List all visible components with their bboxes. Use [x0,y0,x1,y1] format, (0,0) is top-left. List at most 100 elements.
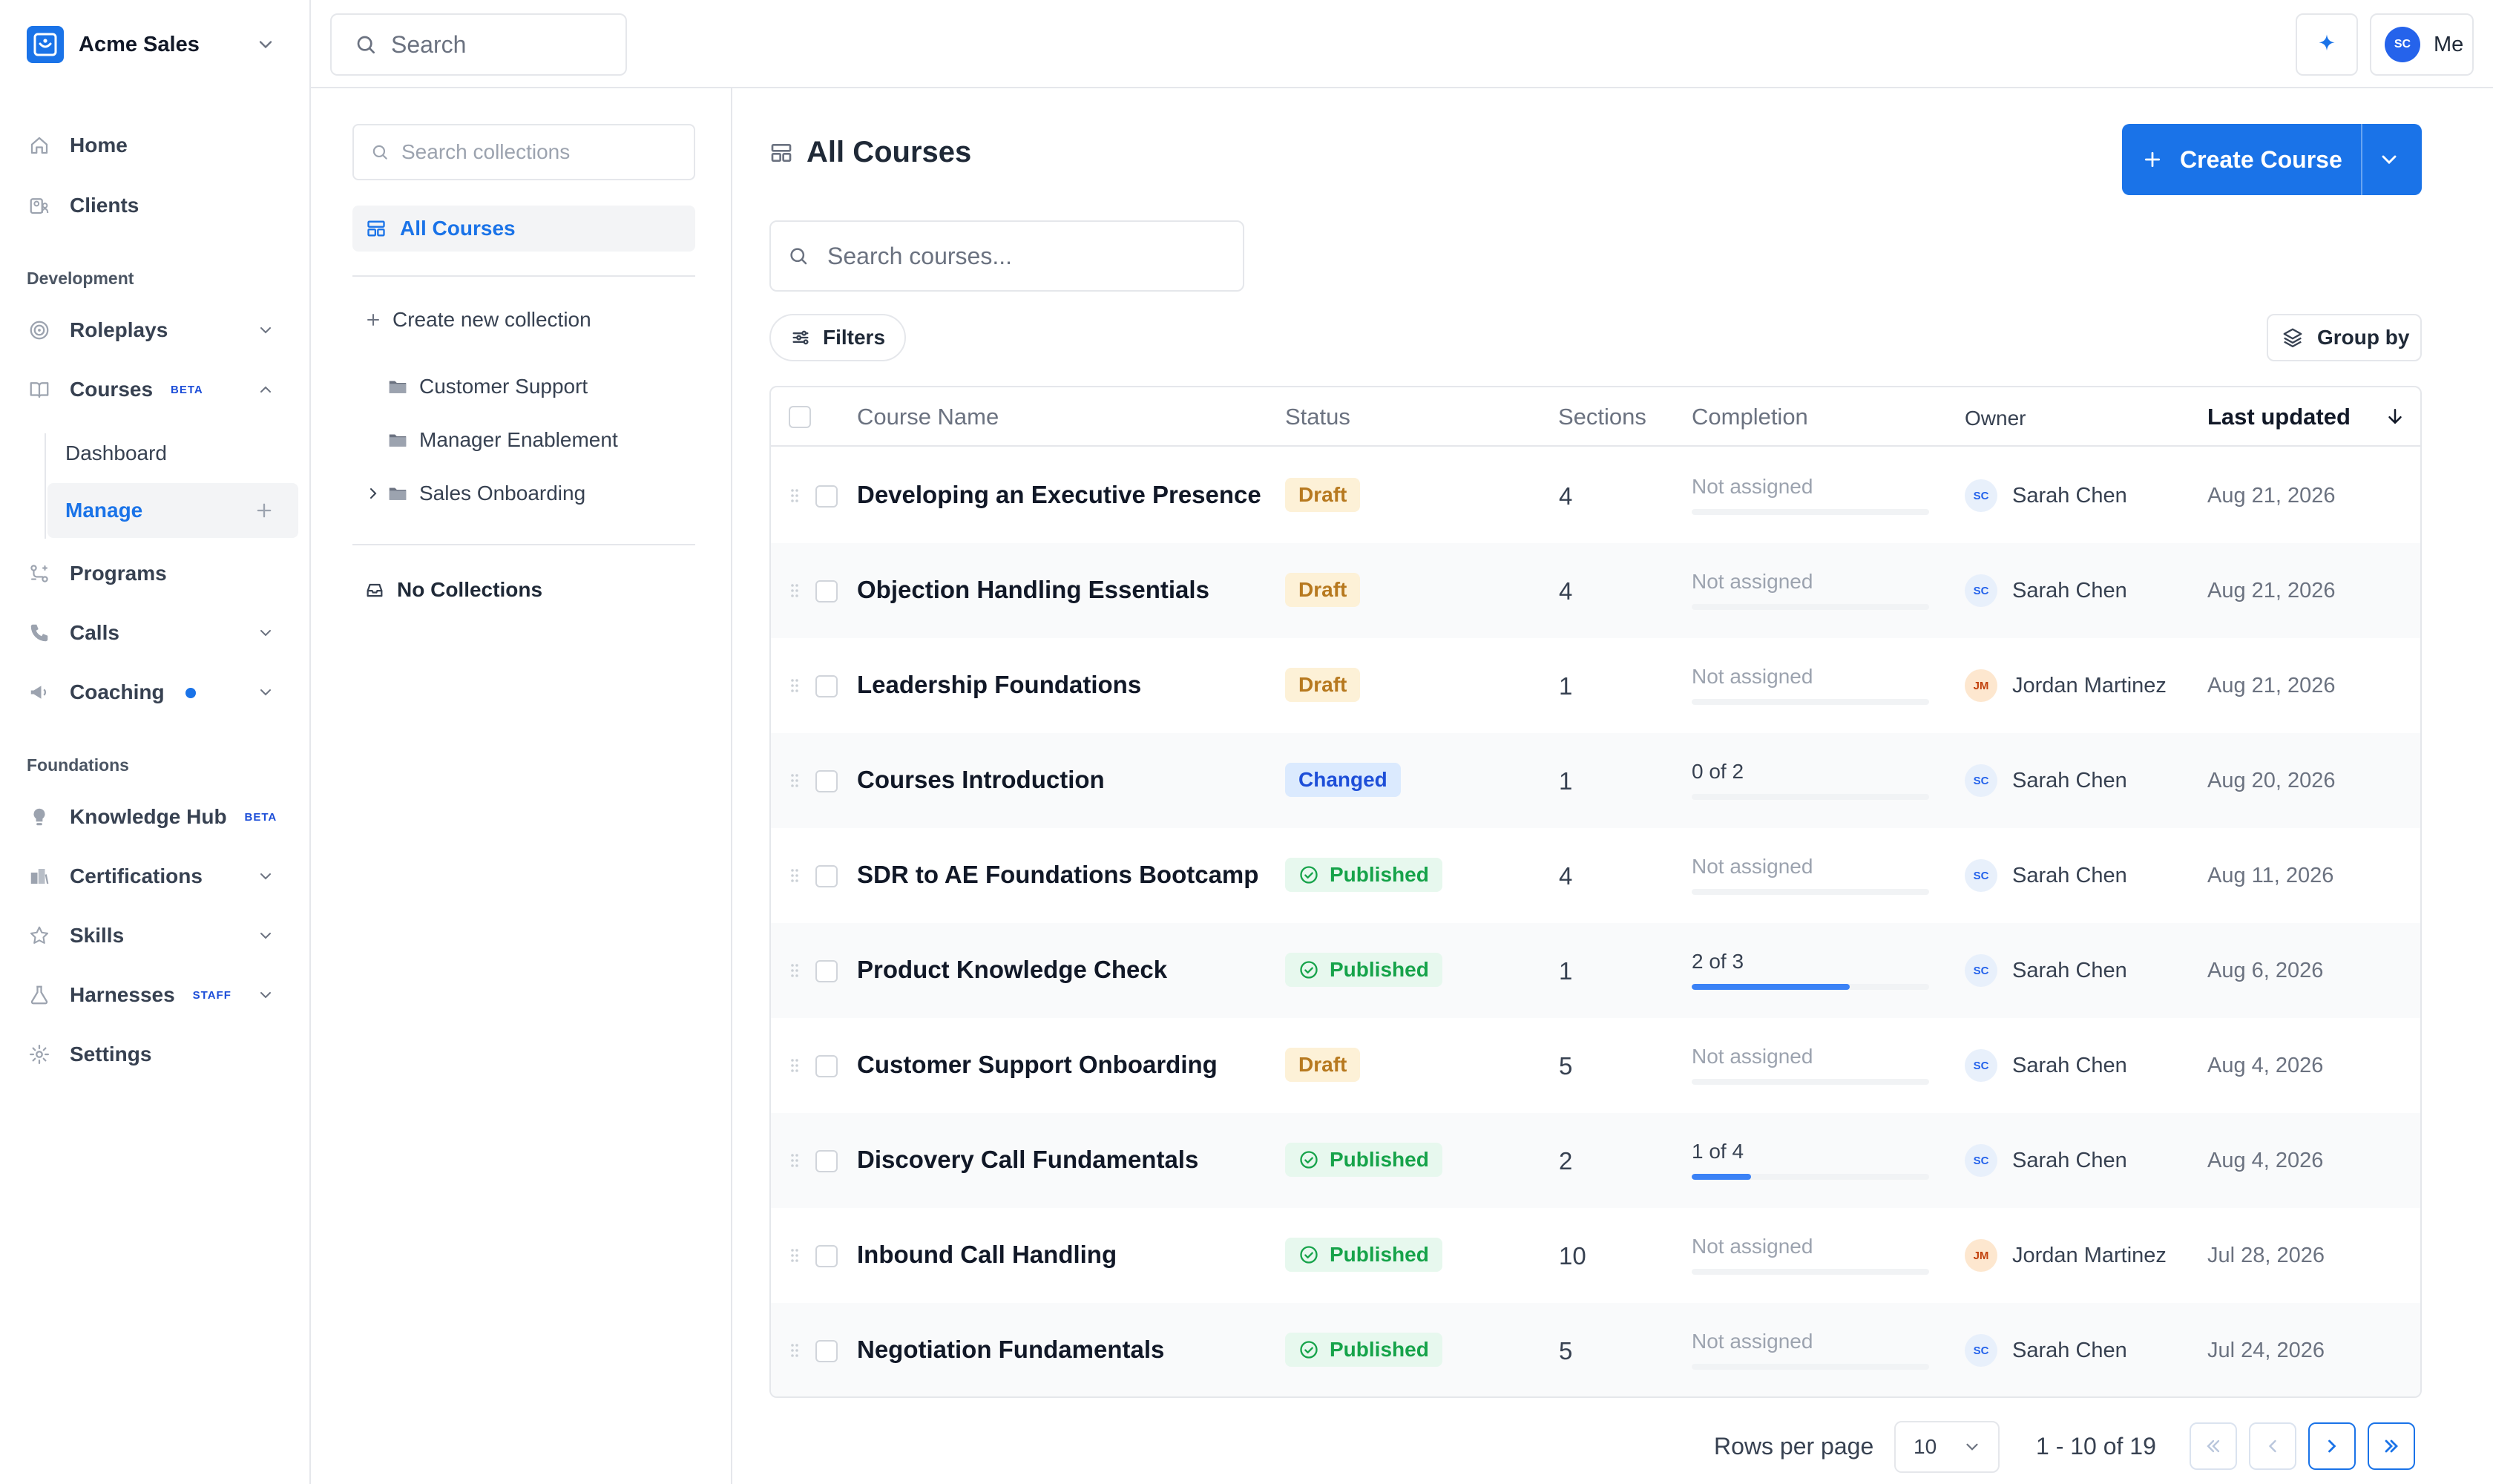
course-name[interactable]: Developing an Executive Presence [857,481,1261,509]
course-name[interactable]: Leadership Foundations [857,671,1141,699]
no-collections-item[interactable]: No Collections [364,578,542,602]
header-status[interactable]: Status [1285,404,1350,430]
chevron-down-icon [257,683,275,701]
nav-clients[interactable]: Clients [27,183,298,228]
nav-skills[interactable]: Skills [27,913,298,958]
collection-item[interactable]: Customer Support [387,375,588,398]
course-name[interactable]: Customer Support Onboarding [857,1051,1218,1079]
chevron-down-icon [257,867,275,885]
drag-handle-icon[interactable] [789,1342,800,1359]
table-row[interactable]: Leadership Foundations Draft 1 Not assigned… [771,638,2420,733]
header-last-updated[interactable]: Last updated [2207,404,2351,430]
global-search-input[interactable]: Search [330,13,627,76]
table-row[interactable]: Discovery Call Fundamentals Published 2 1 o… [771,1113,2420,1208]
chevron-up-icon [257,381,275,398]
course-name[interactable]: Discovery Call Fundamentals [857,1146,1198,1174]
beta-badge: BETA [171,383,203,396]
table-row[interactable]: Objection Handling Essentials Draft 4 Not a… [771,543,2420,638]
course-name[interactable]: Negotiation Fundamentals [857,1336,1164,1364]
header-completion[interactable]: Completion [1692,404,1808,430]
nav-dashboard[interactable]: Dashboard [65,431,167,476]
course-name[interactable]: Objection Handling Essentials [857,576,1209,604]
create-course-button[interactable]: Create Course [2122,124,2422,195]
chevron-down-icon [255,34,276,55]
course-name[interactable]: SDR to AE Foundations Bootcamp [857,861,1258,889]
next-page-button[interactable] [2308,1422,2356,1470]
rows-per-page-value: 10 [1914,1435,1937,1458]
table-row[interactable]: Courses Introduction Changed 1 0 of 2 SC Sara… [771,733,2420,828]
course-name[interactable]: Inbound Call Handling [857,1241,1117,1269]
drag-handle-icon[interactable] [789,1247,800,1264]
row-checkbox[interactable] [815,1150,838,1172]
drag-handle-icon[interactable] [789,962,800,979]
previous-page-button[interactable] [2249,1422,2296,1470]
drag-handle-icon[interactable] [789,1057,800,1074]
drag-handle-icon[interactable] [789,772,800,789]
row-checkbox[interactable] [815,1245,838,1267]
row-checkbox[interactable] [815,580,838,603]
row-checkbox[interactable] [815,485,838,508]
completion-cell: Not assigned [1692,665,1929,705]
course-name[interactable]: Courses Introduction [857,766,1105,794]
completion-cell: 0 of 2 [1692,760,1929,800]
nav-roleplays[interactable]: Roleplays [27,308,298,352]
user-menu-button[interactable]: SC Me [2370,13,2474,76]
create-collection-label: Create new collection [392,308,591,331]
table-row[interactable]: Negotiation Fundamentals Published 5 Not as… [771,1303,2420,1396]
owner-cell: SC Sarah Chen [1965,479,2127,512]
filters-label: Filters [823,326,886,349]
owner-name: Jordan Martinez [2012,673,2167,697]
group-by-button[interactable]: Group by [2267,314,2422,361]
first-page-button[interactable] [2190,1422,2237,1470]
row-checkbox[interactable] [815,865,838,887]
workspace-switcher[interactable]: Acme Sales [27,22,286,67]
inbox-icon [364,580,385,600]
course-search-input[interactable]: Search courses... [769,220,1244,292]
drag-handle-icon[interactable] [789,582,800,600]
table-row[interactable]: Product Knowledge Check Published 1 2 of 3 S… [771,923,2420,1018]
row-checkbox[interactable] [815,960,838,982]
table-row[interactable]: SDR to AE Foundations Bootcamp Published 4… [771,828,2420,923]
nav-knowledge-hub[interactable]: Knowledge Hub BETA [27,795,298,839]
chevron-right-icon[interactable] [364,485,382,502]
nav-manage[interactable]: Manage [65,488,142,533]
rows-per-page-select[interactable]: 10 [1894,1421,2000,1473]
plus-icon[interactable] [254,500,275,521]
row-checkbox[interactable] [815,675,838,697]
nav-programs[interactable]: Programs [27,551,298,596]
select-all-checkbox[interactable] [789,406,811,428]
nav-courses[interactable]: Courses BETA [27,367,298,412]
collections-search-input[interactable]: Search collections [352,124,695,180]
collection-item[interactable]: Sales Onboarding [364,482,585,505]
nav-certifications[interactable]: Certifications [27,854,298,899]
sections-count: 4 [1559,577,1573,605]
nav-coaching[interactable]: Coaching [27,670,298,715]
drag-handle-icon[interactable] [789,487,800,505]
nav-harnesses[interactable]: Harnesses STAFF [27,973,298,1017]
header-course-name[interactable]: Course Name [857,404,999,430]
drag-handle-icon[interactable] [789,867,800,884]
table-row[interactable]: Developing an Executive Presence Draft 4 No… [771,448,2420,543]
header-owner[interactable]: Owner [1965,407,2026,430]
table-row[interactable]: Customer Support Onboarding Draft 5 Not ass… [771,1018,2420,1113]
drag-handle-icon[interactable] [789,1152,800,1169]
status-badge: Published [1285,953,1442,987]
row-checkbox[interactable] [815,1055,838,1077]
arrow-down-icon[interactable] [2384,405,2406,427]
nav-home[interactable]: Home [27,123,298,168]
header-sections[interactable]: Sections [1558,404,1646,430]
drag-handle-icon[interactable] [789,677,800,695]
create-collection-button[interactable]: Create new collection [364,308,591,332]
nav-settings[interactable]: Settings [27,1032,298,1077]
row-checkbox[interactable] [815,770,838,792]
last-page-button[interactable] [2368,1422,2415,1470]
ai-assistant-button[interactable] [2296,13,2358,76]
chevron-down-icon[interactable] [2377,148,2401,171]
filters-button[interactable]: Filters [769,314,906,361]
table-row[interactable]: Inbound Call Handling Published 10 Not assi… [771,1208,2420,1303]
row-checkbox[interactable] [815,1340,838,1362]
collection-all-courses[interactable]: All Courses [352,206,695,252]
course-name[interactable]: Product Knowledge Check [857,956,1167,984]
collection-item[interactable]: Manager Enablement [387,428,618,452]
nav-calls[interactable]: Calls [27,611,298,655]
